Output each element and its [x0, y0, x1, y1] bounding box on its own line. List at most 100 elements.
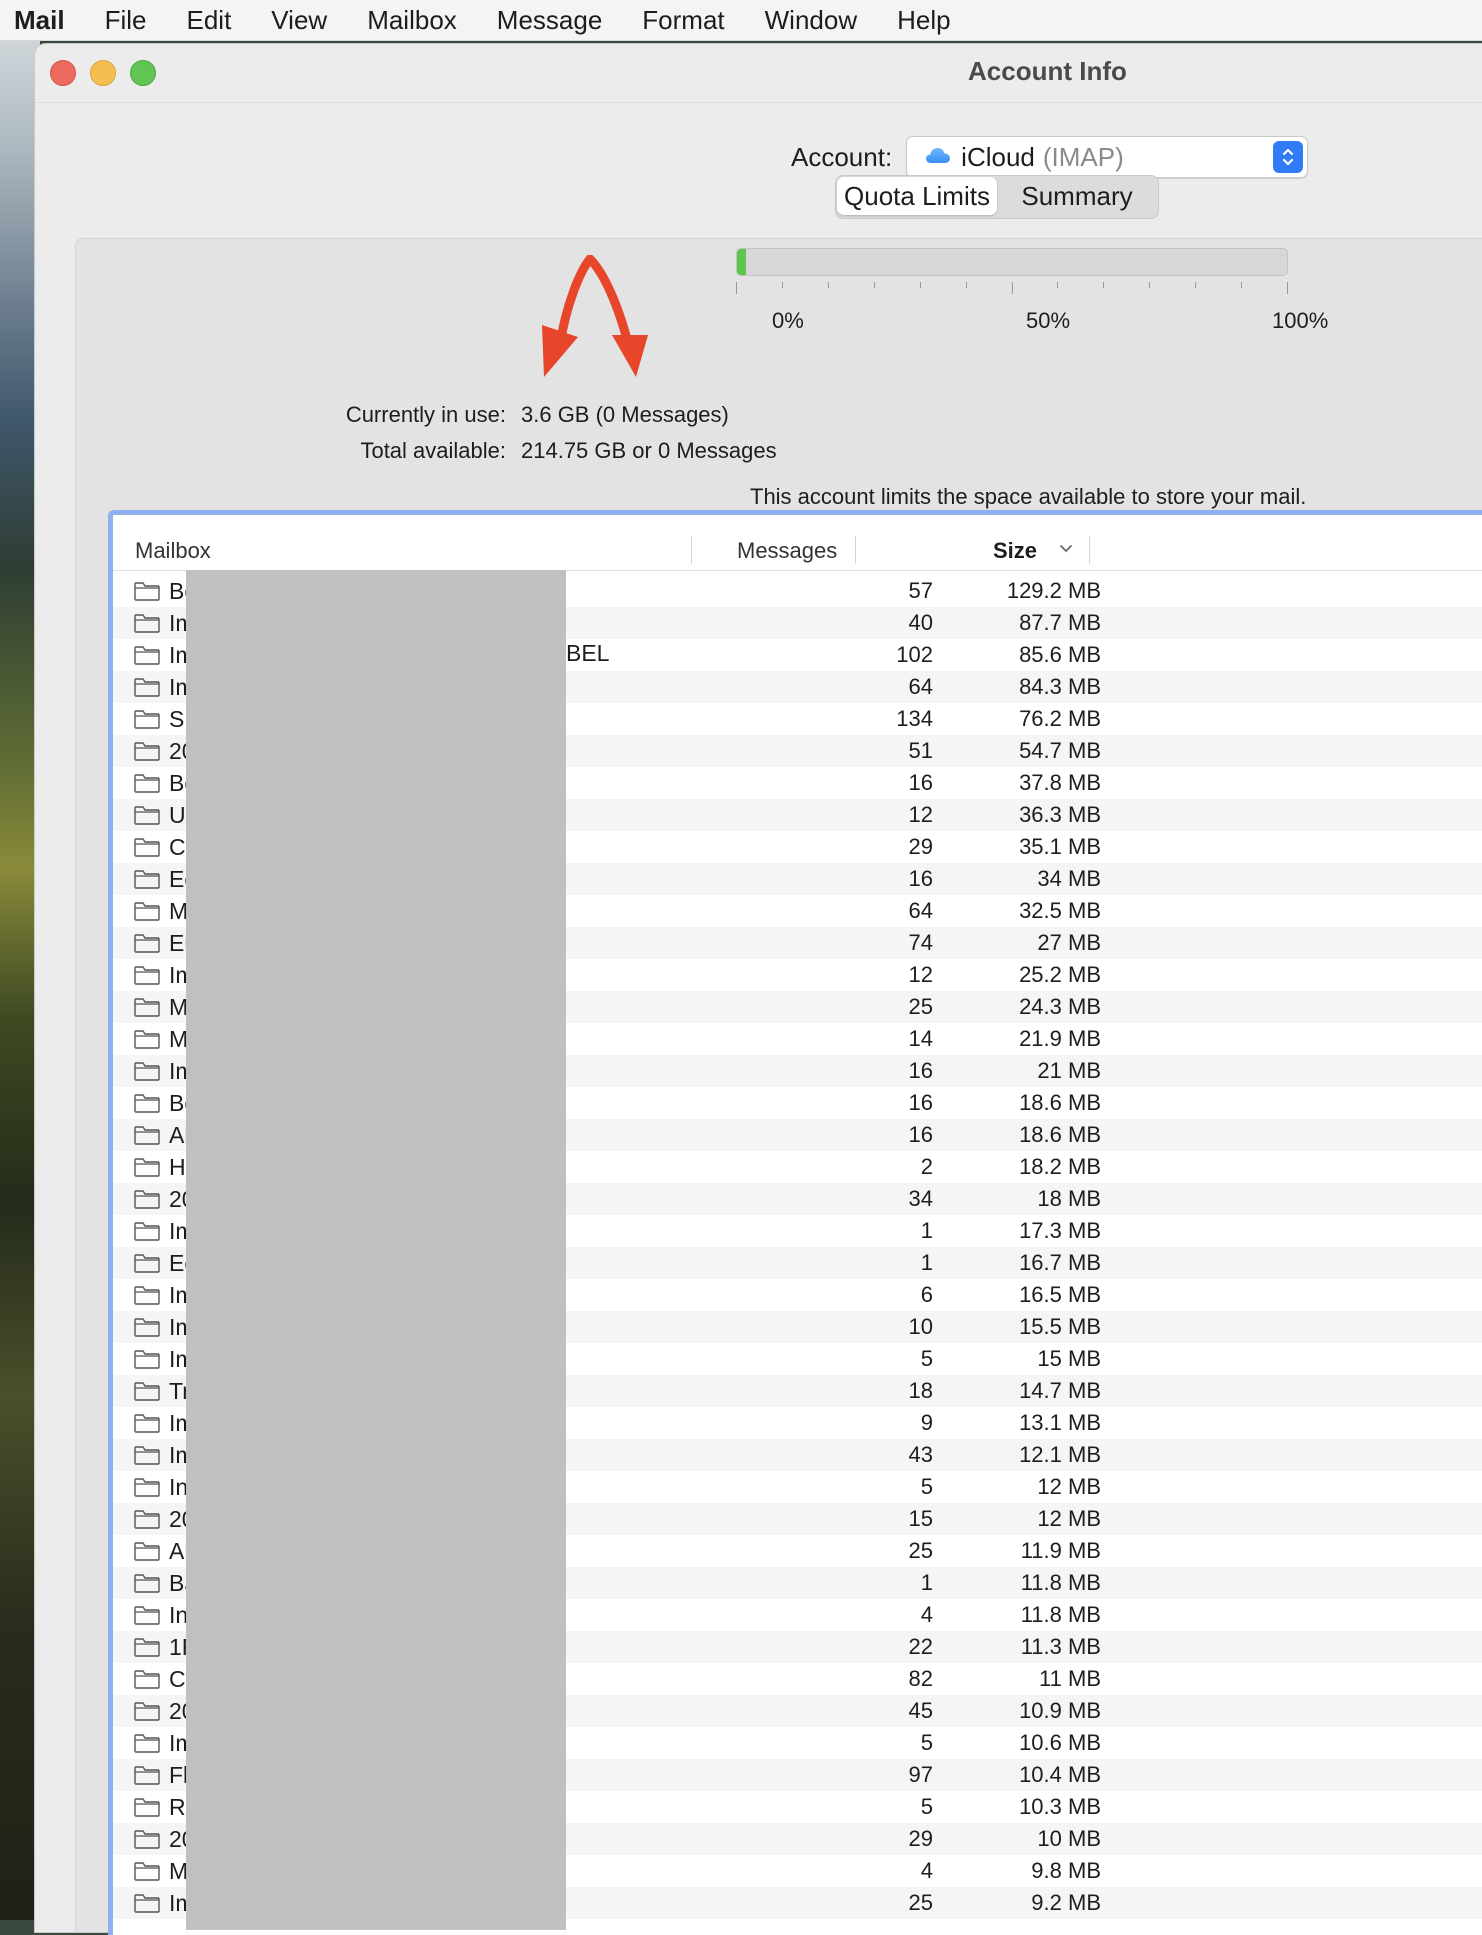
message-count: 14 — [908, 1026, 933, 1051]
folder-icon — [133, 964, 161, 986]
mailbox-size: 87.7 MB — [1019, 610, 1101, 635]
column-divider[interactable] — [855, 536, 856, 564]
mailbox-size: 11.8 MB — [1020, 1602, 1101, 1627]
close-window-button[interactable] — [50, 60, 76, 86]
tab-quota-limits[interactable]: Quota Limits — [837, 177, 997, 215]
mailbox-size: 10.9 MB — [1019, 1698, 1101, 1723]
mailbox-size: 9.2 MB — [1031, 1890, 1101, 1915]
mailbox-size: 32.5 MB — [1019, 898, 1101, 923]
menu-window[interactable]: Window — [745, 5, 877, 36]
folder-icon — [133, 1604, 161, 1626]
mailbox-size: 18.2 MB — [1019, 1154, 1101, 1179]
message-count: 5 — [920, 1346, 933, 1371]
folder-icon — [133, 580, 161, 602]
zoom-window-button[interactable] — [130, 60, 156, 86]
folder-icon — [133, 1252, 161, 1274]
mailbox-size: 13.1 MB — [1019, 1410, 1101, 1435]
mailbox-size: 14.7 MB — [1019, 1378, 1101, 1403]
table-header: Mailbox Messages Size — [113, 530, 1482, 571]
quota-tick — [1287, 282, 1288, 294]
mailbox-size: 21.9 MB — [1019, 1026, 1101, 1051]
folder-icon — [133, 1188, 161, 1210]
message-count: 22 — [908, 1634, 933, 1659]
quota-tick — [1103, 282, 1105, 288]
mailbox-size: 11.8 MB — [1020, 1570, 1101, 1595]
mailbox-size: 84.3 MB — [1019, 674, 1101, 699]
mailbox-size: 15.5 MB — [1019, 1314, 1101, 1339]
mailbox-size: 16.5 MB — [1019, 1282, 1101, 1307]
mailbox-size: 10.3 MB — [1019, 1794, 1101, 1819]
folder-icon — [133, 1796, 161, 1818]
menu-mailbox[interactable]: Mailbox — [347, 5, 477, 36]
account-name: iCloud — [961, 141, 1035, 172]
quota-tick — [827, 282, 829, 288]
account-popup-button[interactable]: iCloud (IMAP) — [906, 136, 1309, 178]
quota-tick — [1195, 282, 1197, 288]
folder-icon — [133, 708, 161, 730]
column-header-mailbox[interactable]: Mailbox — [135, 538, 211, 564]
folder-icon — [133, 932, 161, 954]
message-count: 4 — [920, 1602, 933, 1627]
menu-app-mail[interactable]: Mail — [0, 5, 85, 36]
mailbox-size: 11.3 MB — [1020, 1634, 1101, 1659]
message-count: 10 — [908, 1314, 933, 1339]
folder-icon — [133, 1764, 161, 1786]
message-count: 9 — [920, 1410, 933, 1435]
column-header-messages[interactable]: Messages — [737, 538, 837, 564]
column-divider[interactable] — [691, 536, 692, 564]
tick-label-100: 100% — [1272, 308, 1329, 333]
menu-message[interactable]: Message — [477, 5, 623, 36]
cloud-icon — [925, 146, 951, 169]
tick-label-50: 50% — [1026, 308, 1071, 333]
mailbox-size: 34 MB — [1037, 866, 1101, 891]
message-count: 64 — [908, 674, 933, 699]
mailbox-size: 25.2 MB — [1019, 962, 1101, 987]
quota-usage-fill — [737, 249, 747, 275]
message-count: 97 — [908, 1762, 933, 1787]
tab-summary[interactable]: Summary — [997, 177, 1157, 215]
folder-icon — [133, 740, 161, 762]
message-count: 16 — [908, 1058, 933, 1083]
menu-bar: Mail File Edit View Mailbox Message Form… — [0, 0, 1482, 41]
mailbox-size: 9.8 MB — [1031, 1858, 1101, 1883]
mailbox-size: 76.2 MB — [1019, 706, 1101, 731]
menu-edit[interactable]: Edit — [166, 5, 251, 36]
sort-descending-icon[interactable] — [1059, 538, 1073, 559]
mailbox-size: 10.4 MB — [1019, 1762, 1101, 1787]
message-count: 29 — [908, 834, 933, 859]
mailbox-size: 85.6 MB — [1019, 642, 1101, 667]
redaction-block — [186, 570, 566, 1930]
message-count: 25 — [908, 1890, 933, 1915]
column-header-size[interactable]: Size — [993, 538, 1037, 564]
message-count: 34 — [908, 1186, 933, 1211]
mailbox-size: 11.9 MB — [1020, 1538, 1101, 1563]
message-count: 45 — [908, 1698, 933, 1723]
message-count: 74 — [908, 930, 933, 955]
mailbox-size: 12 MB — [1037, 1506, 1101, 1531]
message-count: 51 — [908, 738, 933, 763]
tick-label-0: 0% — [772, 308, 804, 333]
message-count: 2 — [920, 1154, 933, 1179]
title-bar[interactable]: Account Info — [35, 44, 1482, 103]
mailbox-size: 10.6 MB — [1019, 1730, 1101, 1755]
folder-icon — [133, 1156, 161, 1178]
quota-ticks — [736, 282, 1288, 296]
message-count: 1 — [920, 1250, 933, 1275]
menu-format[interactable]: Format — [622, 5, 744, 36]
quota-usage-bar — [736, 248, 1288, 276]
quota-tick — [781, 282, 783, 288]
currently-in-use-value: 3.6 GB (0 Messages) — [521, 402, 729, 427]
folder-icon — [133, 644, 161, 666]
mailbox-size: 10 MB — [1037, 1826, 1101, 1851]
folder-icon — [133, 1060, 161, 1082]
menu-view[interactable]: View — [251, 5, 347, 36]
folder-icon — [133, 1732, 161, 1754]
folder-icon — [133, 612, 161, 634]
column-divider[interactable] — [1089, 536, 1090, 564]
mailbox-size: 18 MB — [1037, 1186, 1101, 1211]
mailbox-size: 18.6 MB — [1019, 1122, 1101, 1147]
menu-file[interactable]: File — [85, 5, 167, 36]
minimize-window-button[interactable] — [90, 60, 116, 86]
menu-help[interactable]: Help — [877, 5, 970, 36]
folder-icon — [133, 804, 161, 826]
